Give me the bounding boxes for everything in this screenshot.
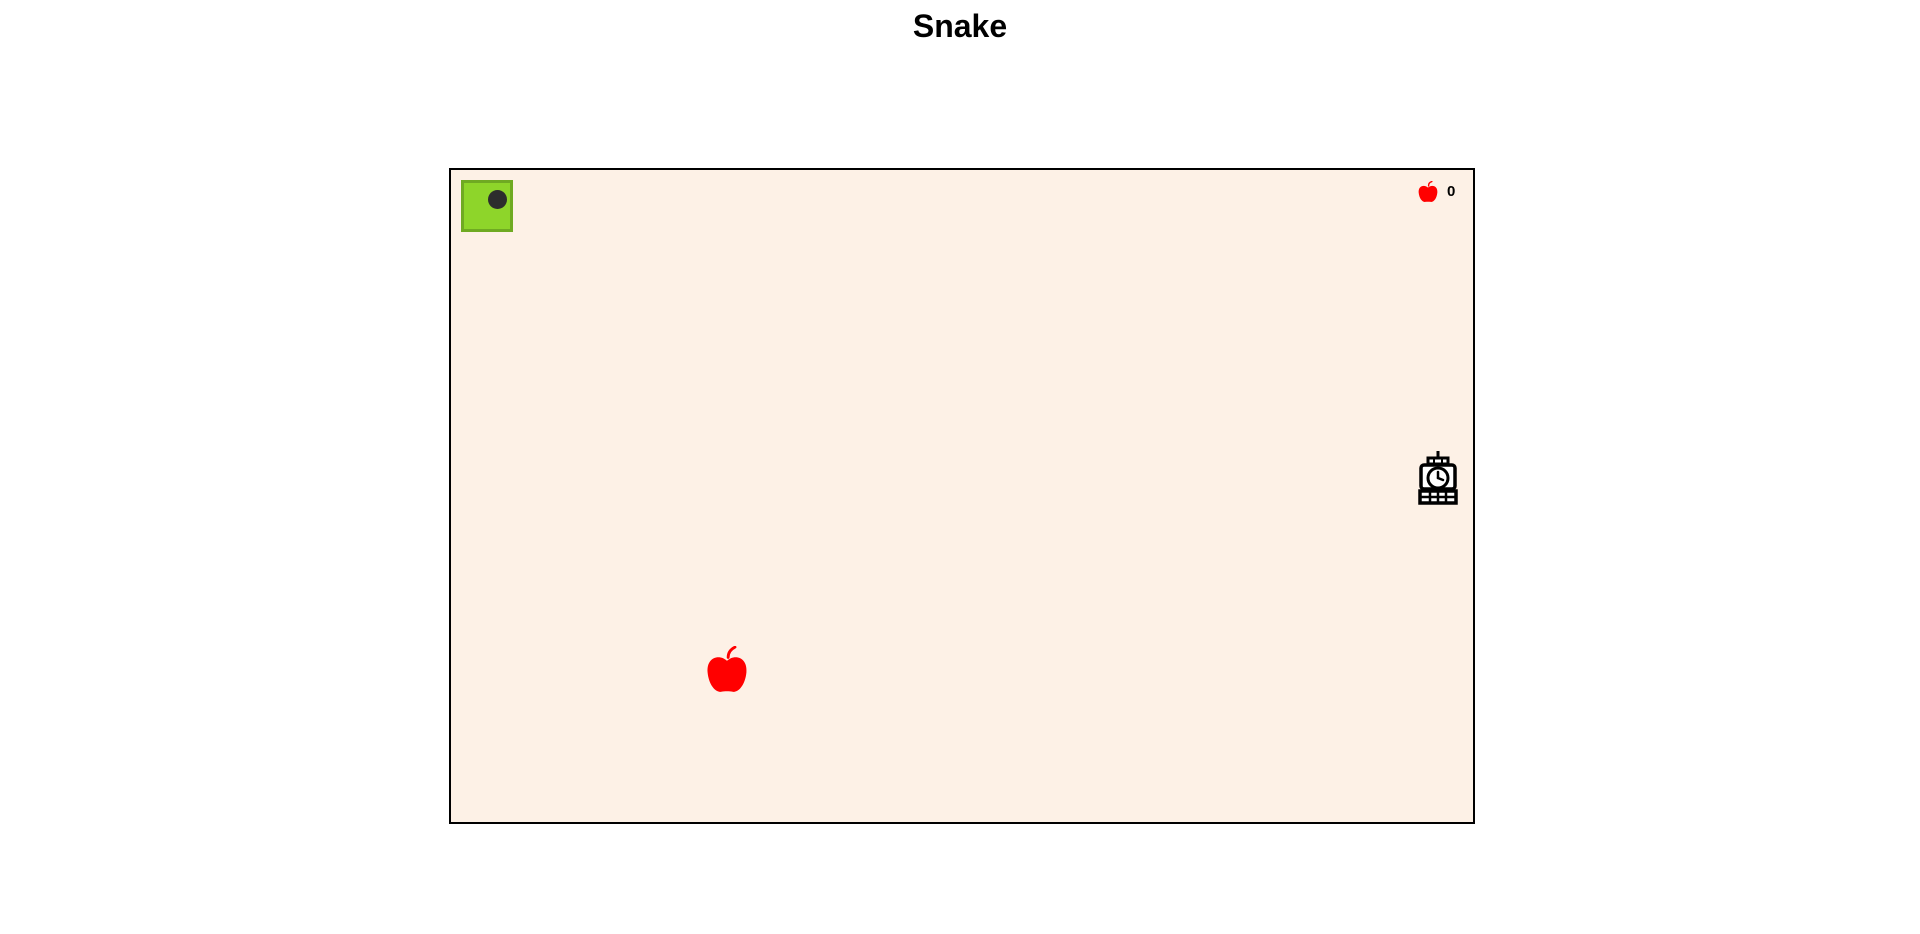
- score-display: 0: [1417, 180, 1457, 204]
- snake-head: [461, 180, 513, 232]
- clock-robot-icon: [1418, 451, 1458, 505]
- apple-icon: [707, 646, 747, 692]
- page-title: Snake: [912, 8, 1008, 44]
- score-value: 0: [1447, 183, 1456, 200]
- game-board[interactable]: 0: [449, 168, 1475, 824]
- apple-icon: [1418, 181, 1438, 202]
- snake-eye: [488, 190, 507, 209]
